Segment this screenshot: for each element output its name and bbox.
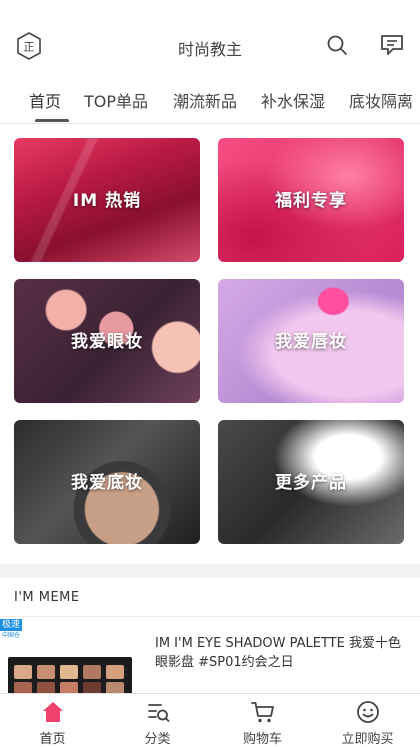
badge-subtext: 中国仓: [0, 631, 22, 641]
tab-foundation[interactable]: 底妆隔离: [349, 88, 413, 112]
category-tabs: 首页 TOP单品 潮流新品 补水保湿 底妆隔离: [0, 78, 420, 124]
category-tile-base-makeup[interactable]: 我爱底妆: [14, 420, 200, 544]
page-title: 时尚教主: [177, 40, 242, 59]
category-tile-eye-makeup[interactable]: 我爱眼妆: [14, 279, 200, 403]
nav-category[interactable]: 分类: [105, 694, 210, 747]
category-tile-label: IM 热销: [72, 191, 142, 211]
category-grid: IM 热销 福利专享 我爱眼妆 我爱唇妆 我爱底妆 更多产品: [0, 124, 420, 564]
badge-text: 极速: [1, 620, 20, 630]
tab-home[interactable]: 首页: [29, 88, 61, 112]
category-tile-hot-sales[interactable]: IM 热销: [14, 138, 200, 262]
app-screen: 正 时尚教主 首页 TOP单品 潮流新品 补水保湿 底妆隔离 IM 热销 福利专…: [0, 0, 420, 747]
nav-cart[interactable]: 购物车: [210, 694, 315, 747]
nav-label: 立即购买: [341, 732, 394, 747]
category-tile-more-products[interactable]: 更多产品: [218, 420, 404, 544]
category-tile-label: 我爱底妆: [71, 473, 143, 493]
app-header: 正 时尚教主: [0, 0, 420, 78]
cart-icon: [251, 702, 274, 723]
category-tile-label: 我爱眼妆: [71, 332, 143, 352]
category-icon: [148, 704, 170, 722]
nav-buy-now[interactable]: 立即购买: [315, 694, 420, 747]
nav-label: 购物车: [242, 732, 282, 747]
category-tile-label: 更多产品: [275, 473, 347, 493]
product-image[interactable]: 极速 中国仓: [0, 617, 136, 693]
eyeshadow-palette-image: [8, 657, 132, 693]
nav-label: 首页: [39, 732, 66, 747]
category-tile-label: 我爱唇妆: [275, 332, 347, 352]
message-icon[interactable]: [380, 34, 404, 56]
tab-top-items[interactable]: TOP单品: [84, 88, 148, 112]
tab-new-trends[interactable]: 潮流新品: [173, 88, 237, 112]
category-tile-lip-makeup[interactable]: 我爱唇妆: [218, 279, 404, 403]
brand-section-title[interactable]: I'M MEME: [14, 590, 80, 605]
category-tile-benefits[interactable]: 福利专享: [218, 138, 404, 262]
home-icon: [43, 702, 63, 722]
bottom-navigation: 首页 分类 购物车 立即购买: [0, 693, 420, 747]
fast-shipping-badge: 极速 中国仓: [0, 619, 22, 641]
active-tab-indicator: [35, 119, 69, 122]
nav-label: 分类: [144, 732, 171, 747]
search-icon[interactable]: [326, 34, 348, 56]
tab-hydration[interactable]: 补水保湿: [261, 88, 325, 112]
brand-section: I'M MEME 极速 中国仓 IM I'M EYE SHADOW PALETT…: [0, 578, 420, 693]
smile-icon: [357, 701, 379, 723]
nav-home[interactable]: 首页: [0, 694, 105, 747]
product-name[interactable]: IM I'M EYE SHADOW PALETTE 我爱十色眼影盘 #SP01约…: [155, 634, 410, 672]
product-card[interactable]: 极速 中国仓 IM I'M EYE SHADOW PALETTE 我爱十色眼影盘: [0, 617, 420, 693]
category-tile-label: 福利专享: [275, 191, 347, 211]
